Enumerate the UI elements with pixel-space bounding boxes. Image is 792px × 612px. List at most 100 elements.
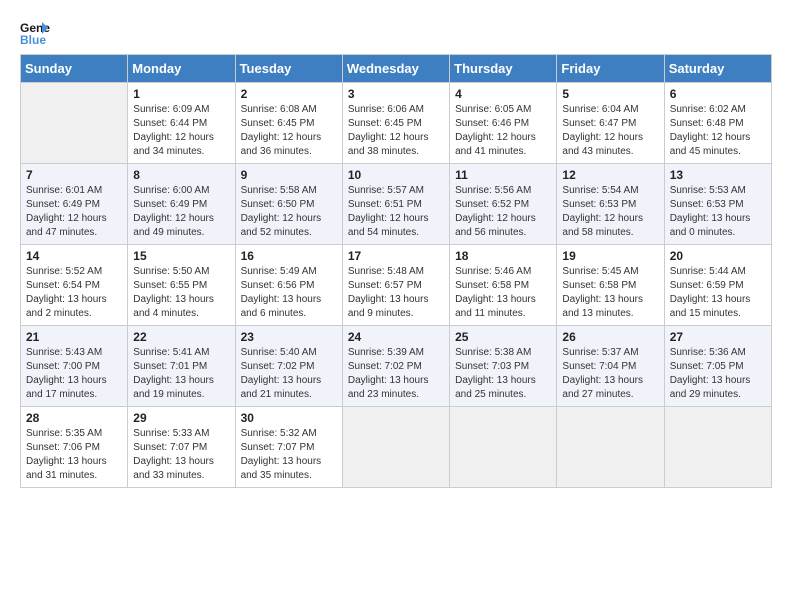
calendar-cell: [342, 407, 449, 488]
calendar-cell: 3 Sunrise: 6:06 AMSunset: 6:45 PMDaylight…: [342, 83, 449, 164]
cell-info: Sunrise: 5:49 AMSunset: 6:56 PMDaylight:…: [241, 265, 337, 321]
day-number: 14: [26, 249, 122, 263]
dow-header-monday: Monday: [128, 55, 235, 83]
day-number: 8: [133, 168, 229, 182]
cell-info: Sunrise: 5:32 AMSunset: 7:07 PMDaylight:…: [241, 427, 337, 483]
calendar-cell: [557, 407, 664, 488]
day-of-week-row: SundayMondayTuesdayWednesdayThursdayFrid…: [21, 55, 772, 83]
cell-info: Sunrise: 5:56 AMSunset: 6:52 PMDaylight:…: [455, 184, 551, 240]
cell-info: Sunrise: 5:33 AMSunset: 7:07 PMDaylight:…: [133, 427, 229, 483]
day-number: 20: [670, 249, 766, 263]
calendar-week-2: 7 Sunrise: 6:01 AMSunset: 6:49 PMDaylight…: [21, 164, 772, 245]
cell-info: Sunrise: 5:45 AMSunset: 6:58 PMDaylight:…: [562, 265, 658, 321]
calendar-cell: 25Sunrise: 5:38 AMSunset: 7:03 PMDayligh…: [450, 326, 557, 407]
cell-info: Sunrise: 5:48 AMSunset: 6:57 PMDaylight:…: [348, 265, 444, 321]
cell-info: Sunrise: 6:01 AMSunset: 6:49 PMDaylight:…: [26, 184, 122, 240]
calendar-cell: 6 Sunrise: 6:02 AMSunset: 6:48 PMDaylight…: [664, 83, 771, 164]
calendar-cell: 4Sunrise: 6:05 AMSunset: 6:46 PMDaylight…: [450, 83, 557, 164]
day-number: 11: [455, 168, 551, 182]
day-number: 18: [455, 249, 551, 263]
calendar-cell: 5Sunrise: 6:04 AMSunset: 6:47 PMDaylight…: [557, 83, 664, 164]
calendar-cell: 29 Sunrise: 5:33 AMSunset: 7:07 PMDayligh…: [128, 407, 235, 488]
cell-info: Sunrise: 5:50 AMSunset: 6:55 PMDaylight:…: [133, 265, 229, 321]
cell-info: Sunrise: 6:02 AMSunset: 6:48 PMDaylight:…: [670, 103, 766, 159]
day-number: 3: [348, 87, 444, 101]
cell-info: Sunrise: 5:46 AMSunset: 6:58 PMDaylight:…: [455, 265, 551, 321]
cell-info: Sunrise: 6:00 AMSunset: 6:49 PMDaylight:…: [133, 184, 229, 240]
day-number: 4: [455, 87, 551, 101]
calendar-cell: 10 Sunrise: 5:57 AMSunset: 6:51 PMDayligh…: [342, 164, 449, 245]
calendar-cell: 8 Sunrise: 6:00 AMSunset: 6:49 PMDaylight…: [128, 164, 235, 245]
day-number: 2: [241, 87, 337, 101]
cell-info: Sunrise: 5:58 AMSunset: 6:50 PMDaylight:…: [241, 184, 337, 240]
calendar-week-5: 28Sunrise: 5:35 AMSunset: 7:06 PMDayligh…: [21, 407, 772, 488]
day-number: 22: [133, 330, 229, 344]
calendar-cell: 12 Sunrise: 5:54 AMSunset: 6:53 PMDayligh…: [557, 164, 664, 245]
day-number: 27: [670, 330, 766, 344]
day-number: 6: [670, 87, 766, 101]
calendar-cell: 13 Sunrise: 5:53 AMSunset: 6:53 PMDayligh…: [664, 164, 771, 245]
calendar-cell: 2 Sunrise: 6:08 AMSunset: 6:45 PMDaylight…: [235, 83, 342, 164]
day-number: 12: [562, 168, 658, 182]
day-number: 7: [26, 168, 122, 182]
day-number: 15: [133, 249, 229, 263]
cell-info: Sunrise: 5:39 AMSunset: 7:02 PMDaylight:…: [348, 346, 444, 402]
calendar-cell: 20 Sunrise: 5:44 AMSunset: 6:59 PMDayligh…: [664, 245, 771, 326]
cell-info: Sunrise: 6:04 AMSunset: 6:47 PMDaylight:…: [562, 103, 658, 159]
page-header: General Blue: [20, 20, 772, 44]
cell-info: Sunrise: 5:36 AMSunset: 7:05 PMDaylight:…: [670, 346, 766, 402]
calendar-cell: 17 Sunrise: 5:48 AMSunset: 6:57 PMDayligh…: [342, 245, 449, 326]
calendar-cell: 15 Sunrise: 5:50 AMSunset: 6:55 PMDayligh…: [128, 245, 235, 326]
cell-info: Sunrise: 5:41 AMSunset: 7:01 PMDaylight:…: [133, 346, 229, 402]
day-number: 21: [26, 330, 122, 344]
cell-info: Sunrise: 6:08 AMSunset: 6:45 PMDaylight:…: [241, 103, 337, 159]
day-number: 10: [348, 168, 444, 182]
calendar-cell: 27 Sunrise: 5:36 AMSunset: 7:05 PMDayligh…: [664, 326, 771, 407]
calendar-cell: 14 Sunrise: 5:52 AMSunset: 6:54 PMDayligh…: [21, 245, 128, 326]
logo-icon: General Blue: [20, 20, 50, 44]
calendar-cell: 24 Sunrise: 5:39 AMSunset: 7:02 PMDayligh…: [342, 326, 449, 407]
cell-info: Sunrise: 6:06 AMSunset: 6:45 PMDaylight:…: [348, 103, 444, 159]
calendar-cell: 21 Sunrise: 5:43 AMSunset: 7:00 PMDayligh…: [21, 326, 128, 407]
cell-info: Sunrise: 5:52 AMSunset: 6:54 PMDaylight:…: [26, 265, 122, 321]
calendar-cell: 1Sunrise: 6:09 AMSunset: 6:44 PMDaylight…: [128, 83, 235, 164]
calendar-cell: 26 Sunrise: 5:37 AMSunset: 7:04 PMDayligh…: [557, 326, 664, 407]
dow-header-sunday: Sunday: [21, 55, 128, 83]
day-number: 25: [455, 330, 551, 344]
day-number: 13: [670, 168, 766, 182]
calendar-cell: 19 Sunrise: 5:45 AMSunset: 6:58 PMDayligh…: [557, 245, 664, 326]
day-number: 17: [348, 249, 444, 263]
calendar-cell: [21, 83, 128, 164]
calendar-cell: [664, 407, 771, 488]
dow-header-saturday: Saturday: [664, 55, 771, 83]
day-number: 24: [348, 330, 444, 344]
cell-info: Sunrise: 5:37 AMSunset: 7:04 PMDaylight:…: [562, 346, 658, 402]
calendar-cell: 18 Sunrise: 5:46 AMSunset: 6:58 PMDayligh…: [450, 245, 557, 326]
dow-header-tuesday: Tuesday: [235, 55, 342, 83]
cell-info: Sunrise: 5:44 AMSunset: 6:59 PMDaylight:…: [670, 265, 766, 321]
calendar-week-1: 1Sunrise: 6:09 AMSunset: 6:44 PMDaylight…: [21, 83, 772, 164]
calendar-cell: 9Sunrise: 5:58 AMSunset: 6:50 PMDaylight…: [235, 164, 342, 245]
day-number: 23: [241, 330, 337, 344]
cell-info: Sunrise: 5:54 AMSunset: 6:53 PMDaylight:…: [562, 184, 658, 240]
cell-info: Sunrise: 5:53 AMSunset: 6:53 PMDaylight:…: [670, 184, 766, 240]
day-number: 29: [133, 411, 229, 425]
calendar-cell: 22 Sunrise: 5:41 AMSunset: 7:01 PMDayligh…: [128, 326, 235, 407]
day-number: 16: [241, 249, 337, 263]
calendar-week-3: 14 Sunrise: 5:52 AMSunset: 6:54 PMDayligh…: [21, 245, 772, 326]
day-number: 30: [241, 411, 337, 425]
calendar-cell: 11 Sunrise: 5:56 AMSunset: 6:52 PMDayligh…: [450, 164, 557, 245]
calendar-cell: 16 Sunrise: 5:49 AMSunset: 6:56 PMDayligh…: [235, 245, 342, 326]
cell-info: Sunrise: 5:40 AMSunset: 7:02 PMDaylight:…: [241, 346, 337, 402]
cell-info: Sunrise: 5:43 AMSunset: 7:00 PMDaylight:…: [26, 346, 122, 402]
cell-info: Sunrise: 5:57 AMSunset: 6:51 PMDaylight:…: [348, 184, 444, 240]
cell-info: Sunrise: 5:35 AMSunset: 7:06 PMDaylight:…: [26, 427, 122, 483]
svg-text:Blue: Blue: [20, 33, 46, 44]
dow-header-friday: Friday: [557, 55, 664, 83]
calendar-cell: [450, 407, 557, 488]
day-number: 1: [133, 87, 229, 101]
calendar-table: SundayMondayTuesdayWednesdayThursdayFrid…: [20, 54, 772, 488]
dow-header-thursday: Thursday: [450, 55, 557, 83]
day-number: 19: [562, 249, 658, 263]
day-number: 26: [562, 330, 658, 344]
